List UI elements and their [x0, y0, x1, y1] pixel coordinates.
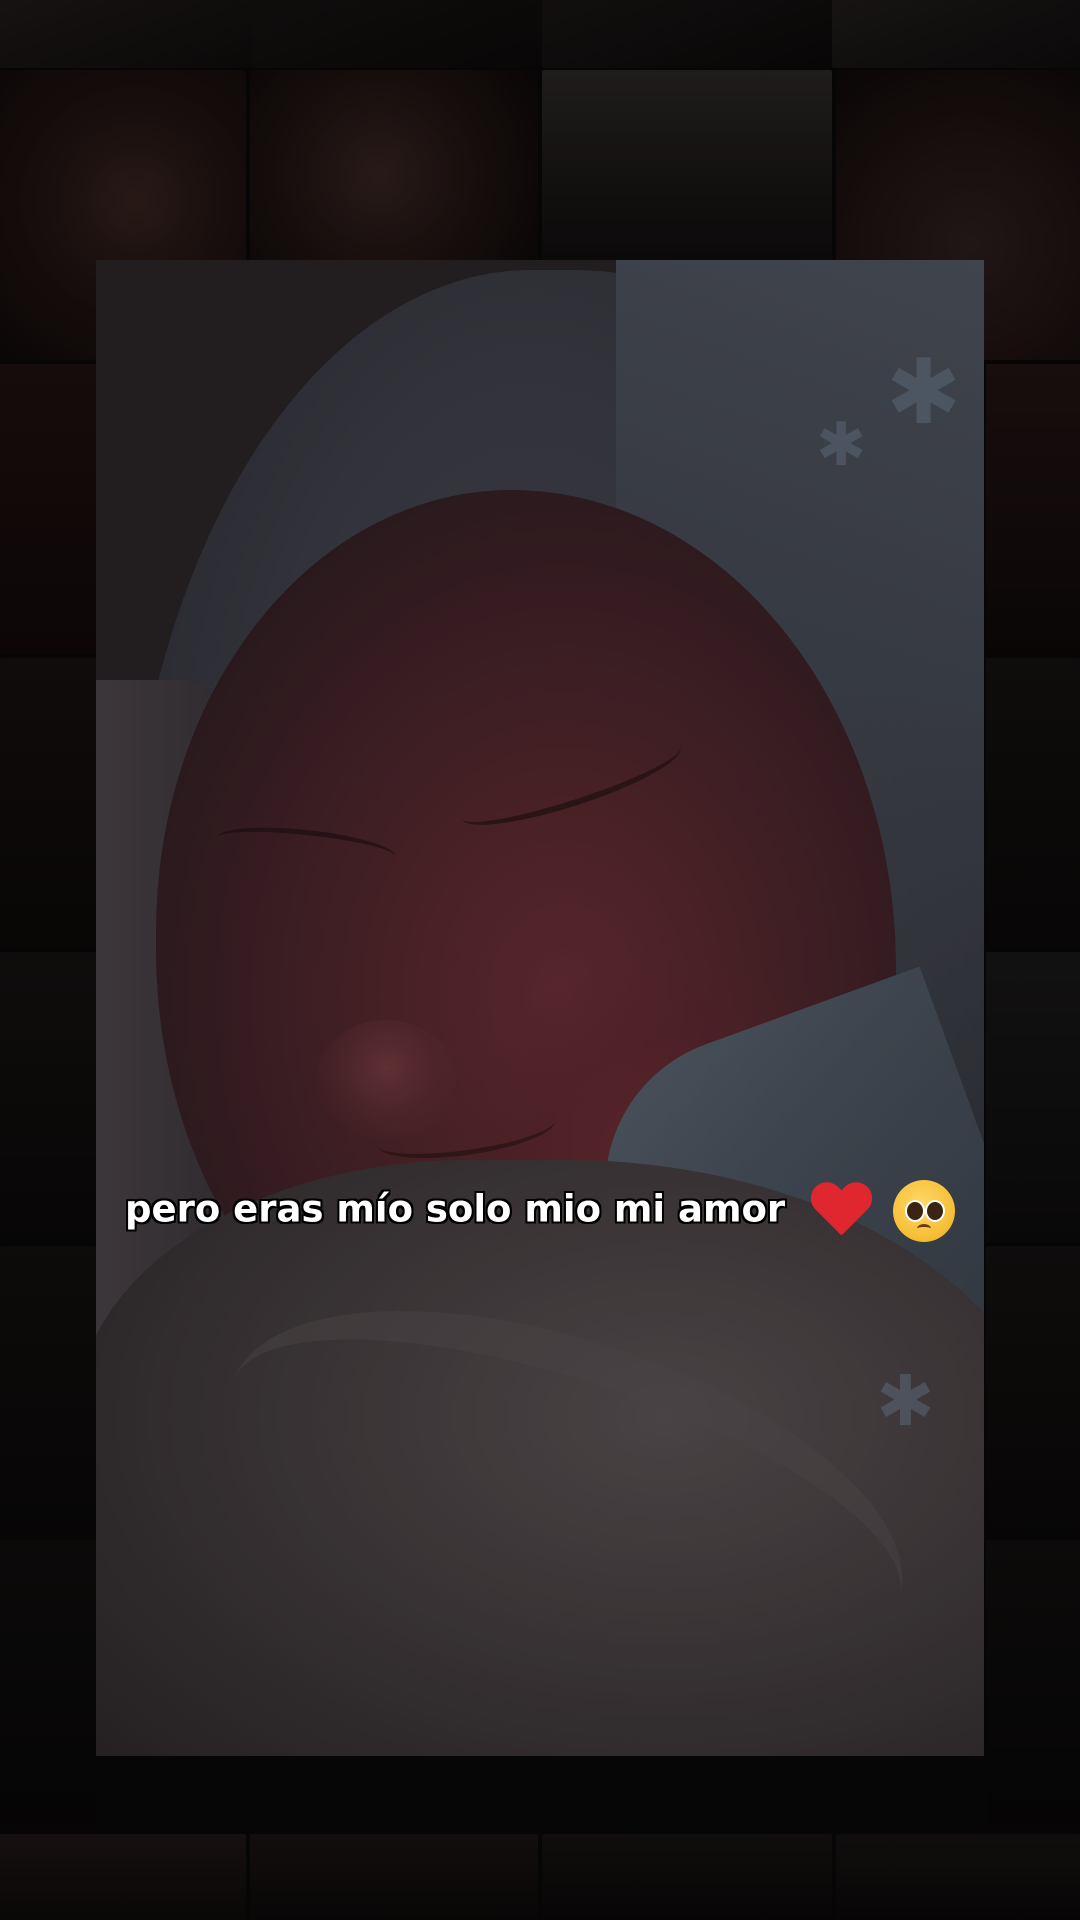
main-baby-photo: ✱ ✱ ✱ [96, 260, 984, 1756]
caption-overlay: pero eras mío solo mio mi amor [60, 1180, 1020, 1242]
caption-text: pero eras mío solo mio mi amor [125, 1187, 786, 1231]
video-frame: ✱ ✱ ✱ pero eras mío solo mio mi amor [0, 0, 1080, 1920]
photo-dim-overlay [96, 260, 984, 1756]
red-heart-icon [810, 1183, 872, 1239]
pleading-face-icon [892, 1180, 955, 1242]
